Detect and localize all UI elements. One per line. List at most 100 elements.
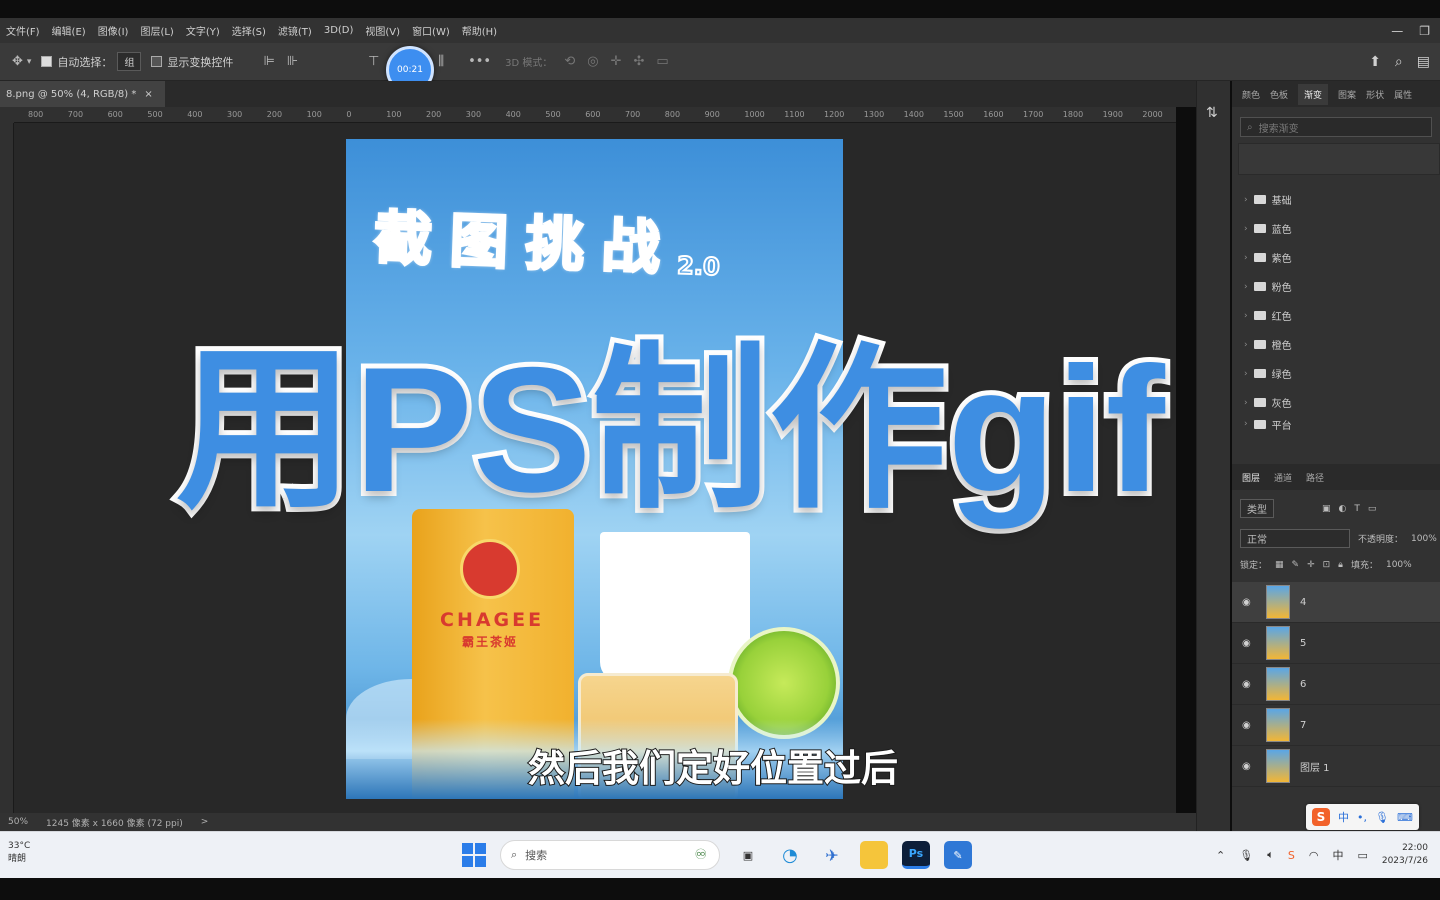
layer-row[interactable]: ◉ 4	[1232, 582, 1440, 623]
speaker-icon[interactable]: 🔈︎	[1267, 848, 1274, 862]
roll-3d-icon[interactable]: ◎	[587, 54, 598, 69]
blend-mode-select[interactable]: 正常	[1240, 529, 1350, 548]
battery-icon[interactable]: ▭	[1357, 849, 1367, 862]
chevron-down-icon[interactable]: ▾	[27, 57, 32, 67]
menu-3d[interactable]: 3D(D)	[318, 25, 360, 36]
share-icon[interactable]: ⬆	[1369, 54, 1381, 70]
menu-select[interactable]: 选择(S)	[226, 23, 272, 38]
drag-3d-icon[interactable]: ✛	[611, 54, 622, 69]
workspace-icon[interactable]: ▤	[1417, 54, 1430, 70]
layer-row[interactable]: ◉ 7	[1232, 705, 1440, 746]
vertical-ruler[interactable]	[0, 123, 14, 813]
weather-widget[interactable]: 33°C 晴朗	[8, 840, 30, 866]
tab-color[interactable]: 颜色	[1242, 88, 1260, 101]
gradient-folder[interactable]: › 平台	[1232, 417, 1440, 431]
ime-language[interactable]: 中	[1338, 809, 1349, 825]
close-tab-icon[interactable]: ×	[144, 89, 152, 100]
distribute-icon[interactable]: ⫼	[438, 54, 444, 69]
align-center-icon[interactable]: ⊪	[287, 54, 298, 69]
gradient-folder[interactable]: › 粉色	[1232, 272, 1440, 301]
search-icon[interactable]: ⌕	[1395, 54, 1403, 70]
lock-all-icon[interactable]: 🔒︎	[1338, 560, 1343, 570]
microphone-icon[interactable]: 🎙︎	[1375, 811, 1389, 824]
filter-pixel-icon[interactable]: ▣	[1322, 504, 1331, 514]
camera-3d-icon[interactable]: ▭	[656, 54, 668, 69]
visibility-eye-icon[interactable]: ◉	[1242, 638, 1256, 649]
auto-select-dropdown[interactable]: 组	[117, 52, 142, 71]
filter-shape-icon[interactable]: ▭	[1368, 504, 1377, 514]
lock-brush-icon[interactable]: ✎	[1292, 560, 1300, 570]
app-icon[interactable]: ✎	[944, 841, 972, 869]
show-transform-checkbox[interactable]	[151, 56, 163, 67]
menu-view[interactable]: 视图(V)	[359, 23, 406, 38]
photoshop-icon[interactable]: Ps	[902, 841, 930, 869]
chevron-up-icon[interactable]: ⌃	[1216, 849, 1225, 862]
keyboard-icon[interactable]: ⌨︎	[1397, 811, 1413, 824]
restore-button[interactable]: ❐	[1419, 24, 1430, 38]
tab-paths[interactable]: 路径	[1306, 471, 1324, 484]
gradient-folder[interactable]: › 灰色	[1232, 388, 1440, 417]
orbit-3d-icon[interactable]: ⟲	[564, 54, 575, 69]
microphone-icon[interactable]: 🎙︎	[1239, 849, 1253, 862]
filter-type-icon[interactable]: T	[1354, 504, 1360, 514]
menu-edit[interactable]: 编辑(E)	[46, 23, 92, 38]
ime-toolbar[interactable]: S 中 •, 🎙︎ ⌨︎	[1306, 804, 1419, 830]
align-top-icon[interactable]: ⊤	[368, 54, 379, 69]
wifi-icon[interactable]: ◠	[1309, 849, 1319, 862]
taskbar-clock[interactable]: 22:00 2023/7/26	[1382, 842, 1428, 868]
gradient-folder[interactable]: › 绿色	[1232, 359, 1440, 388]
history-icon[interactable]: ⇅	[1206, 105, 1218, 121]
visibility-eye-icon[interactable]: ◉	[1242, 679, 1256, 690]
tab-properties[interactable]: 属性	[1394, 88, 1412, 101]
visibility-eye-icon[interactable]: ◉	[1242, 597, 1256, 608]
slide-3d-icon[interactable]: ✣	[633, 54, 644, 69]
tray-language[interactable]: 中	[1332, 847, 1343, 863]
edge-browser-icon[interactable]: ◔	[776, 841, 804, 869]
menu-window[interactable]: 窗口(W)	[406, 23, 456, 38]
tab-shapes[interactable]: 形状	[1366, 88, 1384, 101]
gradient-search-input[interactable]: ⌕ 搜索渐变	[1240, 117, 1432, 137]
gradient-folder[interactable]: › 橙色	[1232, 330, 1440, 359]
document-tab[interactable]: 8.png @ 50% (4, RGB/8) * ×	[0, 81, 165, 107]
sogou-tray-icon[interactable]: S	[1288, 849, 1295, 862]
menu-help[interactable]: 帮助(H)	[456, 23, 503, 38]
fill-value[interactable]: 100%	[1386, 560, 1412, 570]
status-arrow[interactable]: >	[201, 817, 209, 827]
lock-position-icon[interactable]: ✛	[1307, 560, 1315, 570]
gradient-folder[interactable]: › 紫色	[1232, 243, 1440, 272]
gradient-folder[interactable]: › 蓝色	[1232, 214, 1440, 243]
task-view-icon[interactable]: ▣	[734, 841, 762, 869]
horizontal-ruler[interactable]: 800 700 600 500 400 300 200 100 0 100 200 300 400 500…	[14, 107, 1176, 123]
layer-row[interactable]: ◉ 图层 1	[1232, 746, 1440, 787]
menu-filter[interactable]: 滤镜(T)	[272, 23, 318, 38]
opacity-value[interactable]: 100%	[1411, 534, 1437, 544]
lock-artboard-icon[interactable]: ⊡	[1323, 560, 1331, 570]
move-tool-icon[interactable]: ✥	[12, 54, 23, 69]
file-explorer-icon[interactable]	[860, 841, 888, 869]
auto-select-checkbox[interactable]	[41, 56, 53, 67]
tab-channels[interactable]: 通道	[1274, 471, 1292, 484]
visibility-eye-icon[interactable]: ◉	[1242, 720, 1256, 731]
layer-row[interactable]: ◉ 6	[1232, 664, 1440, 705]
gradient-folder[interactable]: › 基础	[1232, 185, 1440, 214]
more-icon[interactable]: •••	[468, 54, 491, 69]
menu-layer[interactable]: 图层(L)	[134, 23, 179, 38]
tab-swatches[interactable]: 色板	[1270, 88, 1288, 101]
ime-punct-icon[interactable]: •,	[1357, 811, 1367, 824]
visibility-eye-icon[interactable]: ◉	[1242, 761, 1256, 772]
windows-start-icon[interactable]	[462, 843, 486, 867]
tab-layers[interactable]: 图层	[1242, 471, 1260, 484]
menu-image[interactable]: 图像(I)	[92, 23, 135, 38]
layer-row[interactable]: ◉ 5	[1232, 623, 1440, 664]
zoom-level[interactable]: 50%	[8, 817, 28, 827]
menu-type[interactable]: 文字(Y)	[180, 23, 226, 38]
tab-patterns[interactable]: 图案	[1338, 88, 1356, 101]
filter-adjust-icon[interactable]: ◐	[1339, 504, 1347, 514]
minimize-button[interactable]: —	[1391, 24, 1403, 38]
taskbar-search[interactable]: ⌕ 搜索 ♾︎	[500, 840, 720, 870]
align-left-icon[interactable]: ⊫	[263, 54, 274, 69]
store-app-icon[interactable]: ✈︎	[818, 841, 846, 869]
layer-kind-filter[interactable]: 类型	[1240, 499, 1274, 518]
menu-file[interactable]: 文件(F)	[0, 23, 46, 38]
gradient-folder[interactable]: › 红色	[1232, 301, 1440, 330]
